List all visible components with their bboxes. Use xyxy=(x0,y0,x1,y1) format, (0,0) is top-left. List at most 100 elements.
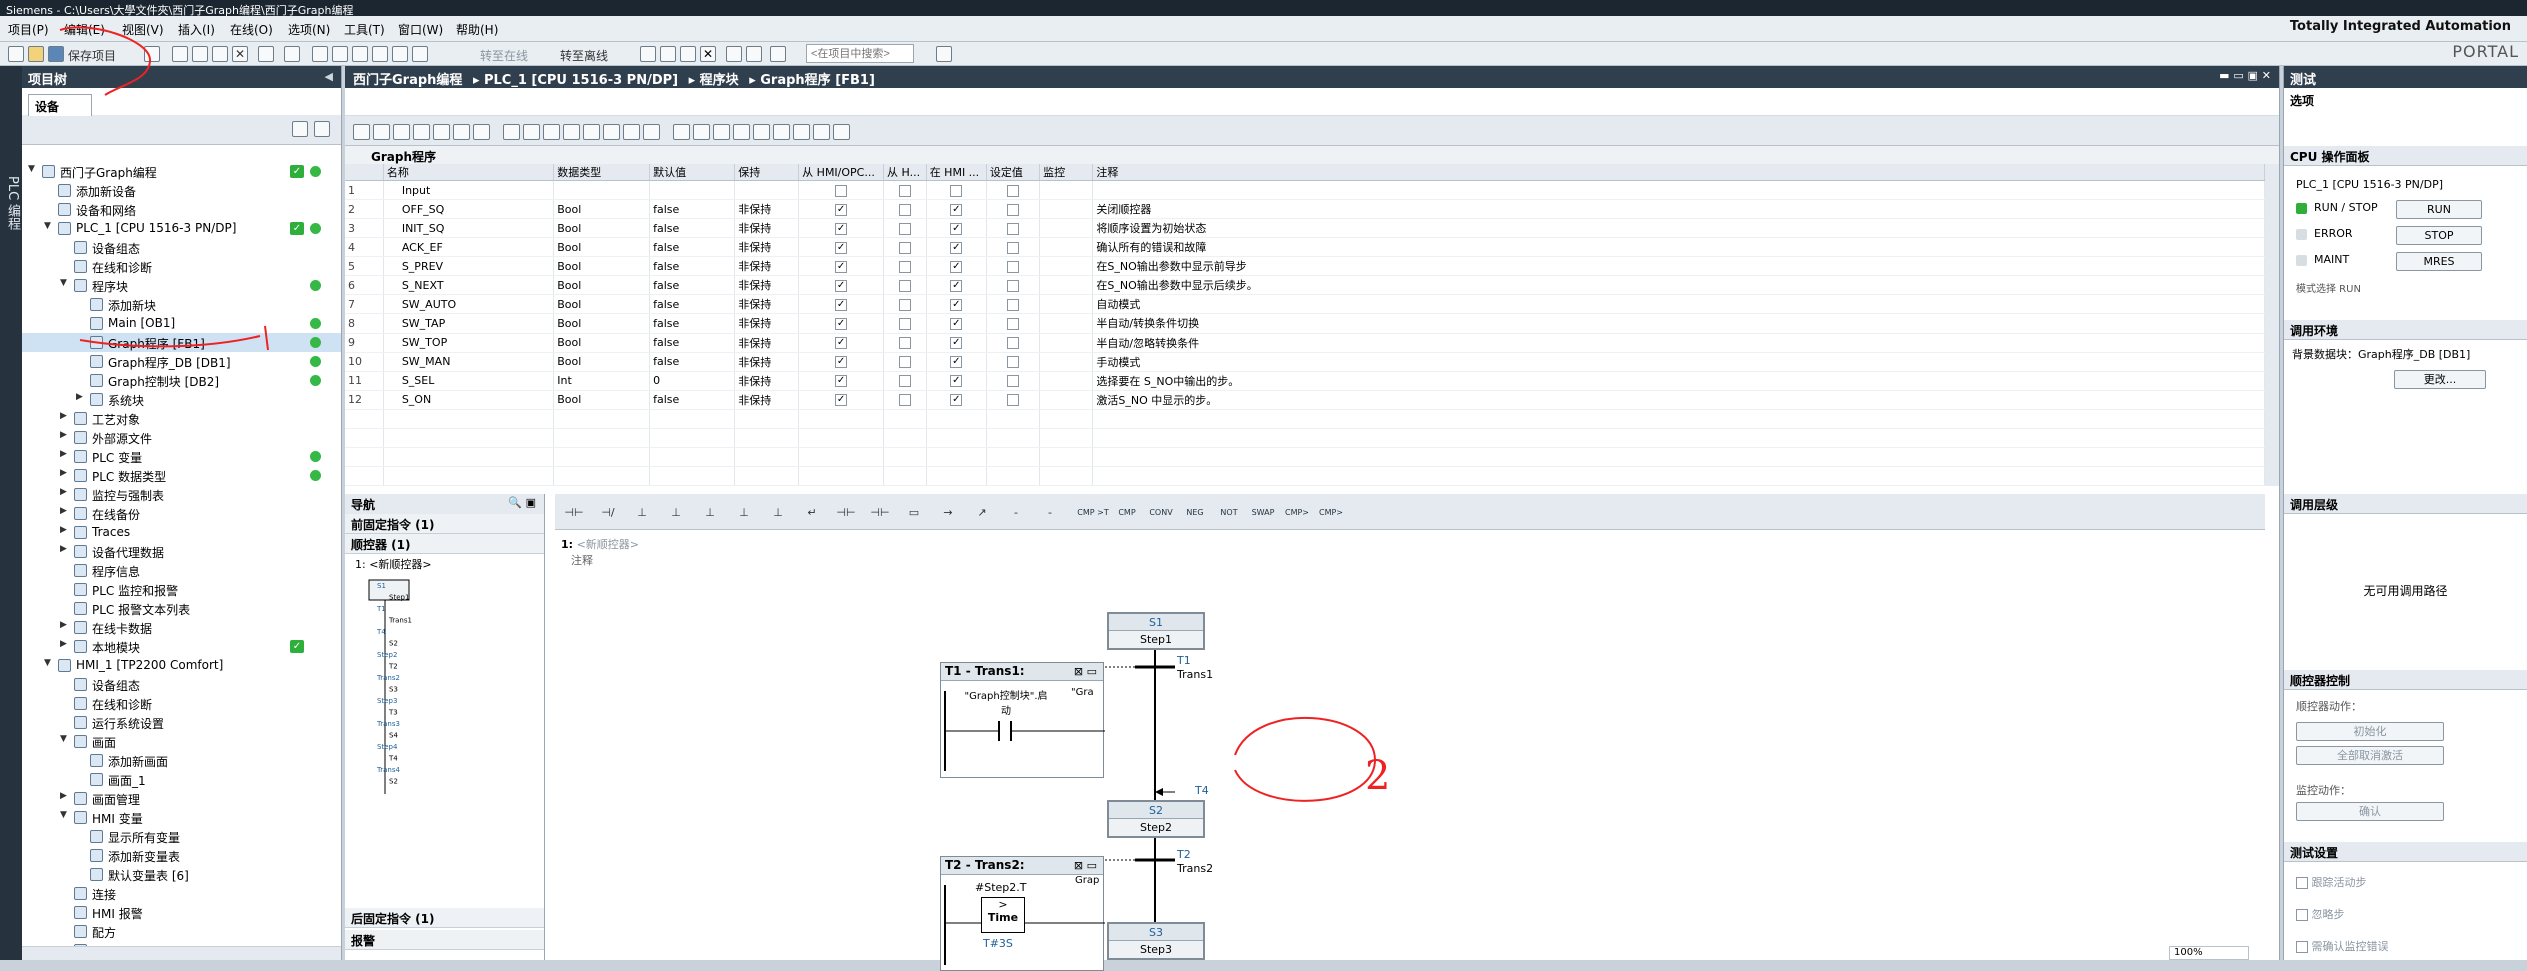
ladder-tool-button[interactable]: CMP> T_MAX xyxy=(1281,502,1313,539)
checkbox-c2[interactable] xyxy=(898,394,911,407)
cell-ret[interactable]: 非保持 xyxy=(734,371,800,391)
breadcrumb-project[interactable]: 西门子Graph编程 xyxy=(353,69,462,88)
tree-item[interactable]: 设备和网络 xyxy=(22,200,341,219)
ladder-tool-button[interactable]: NOT xyxy=(1213,502,1245,524)
new-project-icon[interactable] xyxy=(8,46,24,62)
expand-toggle-icon[interactable]: ▶ xyxy=(60,449,70,459)
column-header[interactable]: 从 HMI/OPC... xyxy=(798,164,885,181)
split-horizontal-icon[interactable] xyxy=(726,46,742,62)
editor-tool-icon[interactable] xyxy=(473,124,490,140)
cell-ret[interactable]: 非保持 xyxy=(734,352,800,372)
editor-tool-icon[interactable] xyxy=(603,124,620,140)
editor-tool-icon[interactable] xyxy=(713,124,730,140)
checkbox-c3[interactable]: ✓ xyxy=(950,241,963,254)
ladder-element-icon[interactable]: ⊥ xyxy=(767,502,789,524)
tree-item[interactable]: ▶ 系统块 xyxy=(22,390,341,409)
save-project-button[interactable]: 保存项目 xyxy=(68,47,116,64)
option-confirm-errors[interactable]: 需确认监控错误 xyxy=(2296,938,2389,954)
checkbox-c2[interactable] xyxy=(898,356,911,369)
tree-item[interactable]: 显示所有变量 xyxy=(22,827,341,846)
expand-toggle-icon[interactable]: ▶ xyxy=(60,620,70,630)
cell-ret[interactable]: 非保持 xyxy=(734,256,800,277)
tree-item[interactable]: 添加新设备 xyxy=(22,181,341,200)
expand-toggle-icon[interactable]: ▶ xyxy=(60,639,70,649)
editor-tool-icon[interactable] xyxy=(813,124,830,140)
option-track-checkbox[interactable] xyxy=(2296,877,2308,889)
zoom-icon[interactable]: 🔍 ▣ xyxy=(508,496,536,509)
checkbox-c1[interactable]: ✓ xyxy=(835,317,848,330)
editor-tool-icon[interactable] xyxy=(623,124,640,140)
ladder-element-icon[interactable]: ⊥ xyxy=(665,502,687,524)
checkbox-c1[interactable] xyxy=(835,184,848,197)
cell-ret[interactable]: 非保持 xyxy=(734,199,800,220)
expand-toggle-icon[interactable]: ▼ xyxy=(44,658,54,668)
cell-comment[interactable] xyxy=(1092,180,2265,201)
column-header[interactable]: 保持 xyxy=(734,164,800,181)
cell-ret[interactable]: 非保持 xyxy=(734,218,800,239)
cell-ret[interactable] xyxy=(734,180,800,201)
column-header[interactable]: 设定值 xyxy=(986,164,1041,181)
expand-toggle-icon[interactable]: ▶ xyxy=(60,468,70,478)
cell-type[interactable]: Bool xyxy=(553,237,651,258)
checkbox-c2[interactable] xyxy=(898,241,911,254)
setpoint-checkbox[interactable] xyxy=(1006,184,1019,197)
editor-tool-icon[interactable] xyxy=(543,124,560,140)
test-settings-header[interactable]: 测试设置 xyxy=(2284,842,2527,862)
ladder-tool-button[interactable]: CMP >T xyxy=(1077,502,1109,524)
cell-name[interactable]: OFF_SQ xyxy=(383,199,555,220)
transition-t1-id[interactable]: T1 xyxy=(1177,654,1191,667)
tree-item[interactable]: 画面_1 xyxy=(22,770,341,789)
cell-name[interactable]: Input xyxy=(383,180,555,201)
undo-icon[interactable] xyxy=(258,46,274,62)
ladder-tool-button[interactable]: CMP >U xyxy=(1111,502,1143,539)
editor-tool-icon[interactable] xyxy=(753,124,770,140)
search-icon[interactable] xyxy=(936,46,952,62)
ladder-tool-button[interactable]: CONV xyxy=(1145,502,1177,524)
editor-tool-icon[interactable] xyxy=(673,124,690,140)
table-row[interactable]: 12 S_ON Bool false 非保持 ✓ ✓ 激活S_NO 中显示的步。 xyxy=(345,390,2265,410)
tree-item[interactable]: 配方 xyxy=(22,922,341,941)
menu-view[interactable]: 视图(V) xyxy=(122,21,164,38)
tree-item[interactable]: ▼ 西门子Graph编程 ✓ xyxy=(22,162,341,181)
table-row[interactable]: 10 SW_MAN Bool false 非保持 ✓ ✓ 手动模式 xyxy=(345,352,2265,372)
cell-type[interactable]: Bool xyxy=(553,333,651,353)
tree-item[interactable]: ▶ 本地模块 ✓ xyxy=(22,637,341,656)
transition-t2-box[interactable]: T2 - Trans2: ⊠ ▭ #Step2.T Grap > Time T#3… xyxy=(940,856,1105,971)
cell-type[interactable]: Int xyxy=(553,371,651,391)
tree-item[interactable]: 默认变量表 [6] xyxy=(22,865,341,884)
ladder-element-icon[interactable]: ⊥ xyxy=(631,502,653,524)
cell-type[interactable]: Bool xyxy=(553,218,651,239)
menu-insert[interactable]: 插入(I) xyxy=(178,21,215,38)
mode-selector-label[interactable]: 模式选择 RUN xyxy=(2296,280,2361,295)
editor-tool-icon[interactable] xyxy=(413,124,430,140)
editor-tool-icon[interactable] xyxy=(733,124,750,140)
cell-def[interactable]: false xyxy=(649,199,736,220)
deactivate-all-button[interactable]: 全部取消激活 xyxy=(2296,746,2444,765)
checkbox-c1[interactable]: ✓ xyxy=(835,222,848,235)
cell-def[interactable]: false xyxy=(649,218,736,239)
breadcrumb-plc[interactable]: PLC_1 [CPU 1516-3 PN/DP] xyxy=(484,73,678,88)
checkbox-c3[interactable]: ✓ xyxy=(950,279,963,292)
go-offline-button[interactable]: 转至离线 xyxy=(560,47,608,64)
cell-comment[interactable]: 激活S_NO 中显示的步。 xyxy=(1092,390,2265,410)
tree-item[interactable]: PLC 报警文本列表 xyxy=(22,599,341,618)
editor-tool-icon[interactable] xyxy=(693,124,710,140)
setpoint-checkbox[interactable] xyxy=(1006,222,1019,235)
expand-toggle-icon[interactable]: ▼ xyxy=(60,810,70,820)
paste-icon[interactable] xyxy=(212,46,228,62)
menu-options[interactable]: 选项(N) xyxy=(288,21,330,38)
setpoint-checkbox[interactable] xyxy=(1006,356,1019,369)
setpoint-checkbox[interactable] xyxy=(1006,260,1019,273)
editor-tool-icon[interactable] xyxy=(793,124,810,140)
tree-item[interactable]: ▶ 监控与强制表 xyxy=(22,485,341,504)
setpoint-checkbox[interactable] xyxy=(1006,317,1019,330)
cell-def[interactable]: false xyxy=(649,313,736,334)
tree-item[interactable]: ▼ HMI 变量 xyxy=(22,808,341,827)
ladder-tool-button[interactable]: SWAP xyxy=(1247,502,1279,524)
step-s1[interactable]: S1 Step1 xyxy=(1107,612,1205,650)
setpoint-checkbox[interactable] xyxy=(1006,203,1019,216)
table-row[interactable]: 3 INIT_SQ Bool false 非保持 ✓ ✓ 将顺序设置为初始状态 xyxy=(345,218,2265,239)
menu-online[interactable]: 在线(O) xyxy=(230,21,273,38)
cell-ret[interactable]: 非保持 xyxy=(734,237,800,258)
editor-tool-icon[interactable] xyxy=(353,124,370,140)
